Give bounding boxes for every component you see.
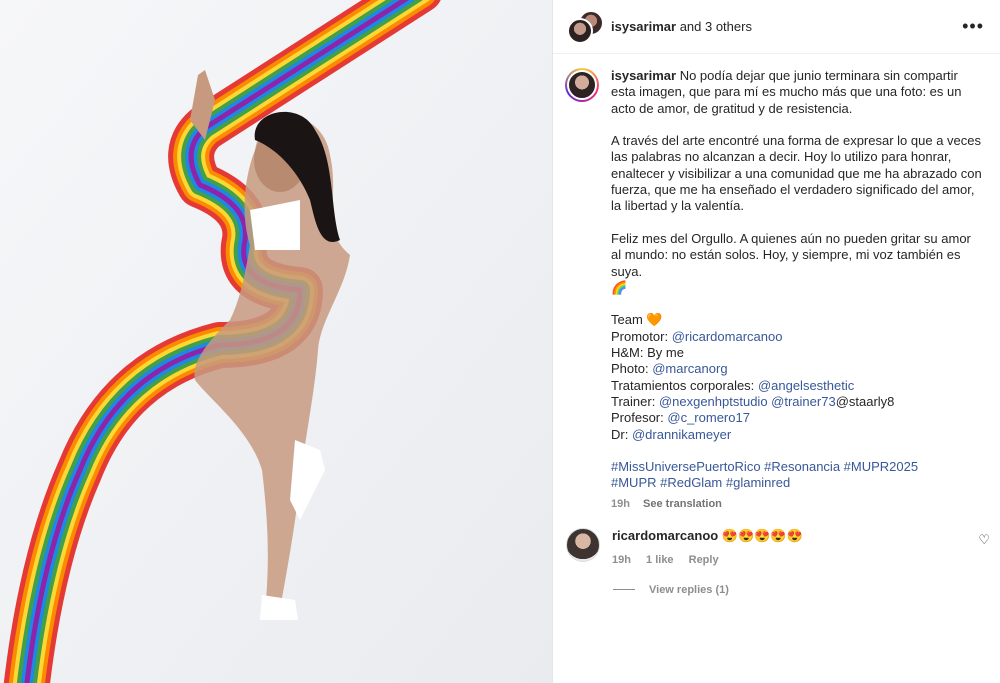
hm-value: By me <box>647 345 684 361</box>
hashtags-line-2[interactable]: #MUPR #RedGlam #glaminred <box>611 475 790 490</box>
caption-meta: 19h See translation <box>611 498 1000 510</box>
hm-label: H&M: <box>611 345 644 361</box>
view-replies-button[interactable]: View replies (1) <box>553 568 1000 596</box>
promotor-mention-link[interactable]: @ricardomarcanoo <box>672 329 783 344</box>
caption-timestamp[interactable]: 19h <box>611 498 630 510</box>
post-side-panel: isysarimar and 3 others ••• isysarimar N… <box>552 0 1000 683</box>
comment-meta: 19h 1 like Reply <box>612 552 984 568</box>
comment-body: ricardomarcanoo 😍😍😍😍😍 19h 1 like Reply <box>612 528 984 568</box>
comment-item: ricardomarcanoo 😍😍😍😍😍 19h 1 like Reply ♡ <box>553 510 1000 568</box>
rainbow-portrait-illustration <box>0 0 552 683</box>
collab-avatars[interactable] <box>567 9 604 44</box>
collaborators-link[interactable]: and 3 others <box>680 19 752 34</box>
caption-paragraph-2: A través del arte encontré una forma de … <box>611 133 986 214</box>
avatar <box>567 17 593 44</box>
caption-username-link[interactable]: isysarimar <box>611 68 676 83</box>
orange-heart-emoji: 🧡 <box>646 312 663 328</box>
commenter-username-link[interactable]: ricardomarcanoo <box>612 528 718 543</box>
dr-mention-link[interactable]: @drannikameyer <box>632 427 731 442</box>
author-avatar[interactable] <box>565 68 599 102</box>
comment-text: 😍😍😍😍😍 <box>721 527 803 543</box>
more-horizontal-icon[interactable]: ••• <box>962 16 984 37</box>
caption-text: isysarimar No podía dejar que junio term… <box>611 68 984 492</box>
trainer-mention-link-2[interactable]: @trainer73 <box>771 394 836 409</box>
commenter-avatar[interactable] <box>566 527 600 562</box>
comment-likes-link[interactable]: 1 like <box>646 554 674 566</box>
replies-divider <box>613 589 635 591</box>
tratamientos-mention-link[interactable]: @angelsesthetic <box>758 378 854 393</box>
post-viewer: isysarimar and 3 others ••• isysarimar N… <box>0 0 1000 683</box>
author-username-link[interactable]: isysarimar <box>611 19 676 34</box>
post-author-line: isysarimar and 3 others <box>611 19 962 34</box>
hashtags-line-1[interactable]: #MissUniversePuertoRico #Resonancia #MUP… <box>611 459 918 474</box>
photo-mention-link[interactable]: @marcanorg <box>652 361 727 376</box>
heart-outline-icon[interactable]: ♡ <box>978 532 990 548</box>
trainer-mention-text-3: @staarly8 <box>835 393 895 409</box>
view-replies-label[interactable]: View replies (1) <box>649 584 729 596</box>
promotor-label: Promotor: <box>611 328 669 344</box>
dr-label: Dr: <box>611 426 629 442</box>
photo-label: Photo: <box>611 361 649 377</box>
post-image[interactable] <box>0 0 552 683</box>
team-label: Team <box>611 312 643 328</box>
trainer-label: Trainer: <box>611 393 656 409</box>
tratamientos-label: Tratamientos corporales: <box>611 377 755 393</box>
see-translation-button[interactable]: See translation <box>643 498 722 510</box>
caption-comment: isysarimar No podía dejar que junio term… <box>553 54 1000 492</box>
trainer-mention-link-1[interactable]: @nexgenhptstudio <box>659 394 768 409</box>
profesor-mention-link[interactable]: @c_romero17 <box>667 410 750 425</box>
profesor-label: Profesor: <box>611 410 664 426</box>
post-header: isysarimar and 3 others ••• <box>553 0 1000 54</box>
caption-paragraph-3: Feliz mes del Orgullo. A quienes aún no … <box>611 230 975 279</box>
comment-timestamp[interactable]: 19h <box>612 554 631 566</box>
rainbow-emoji: 🌈 <box>611 279 628 295</box>
comment-reply-button[interactable]: Reply <box>689 554 719 566</box>
